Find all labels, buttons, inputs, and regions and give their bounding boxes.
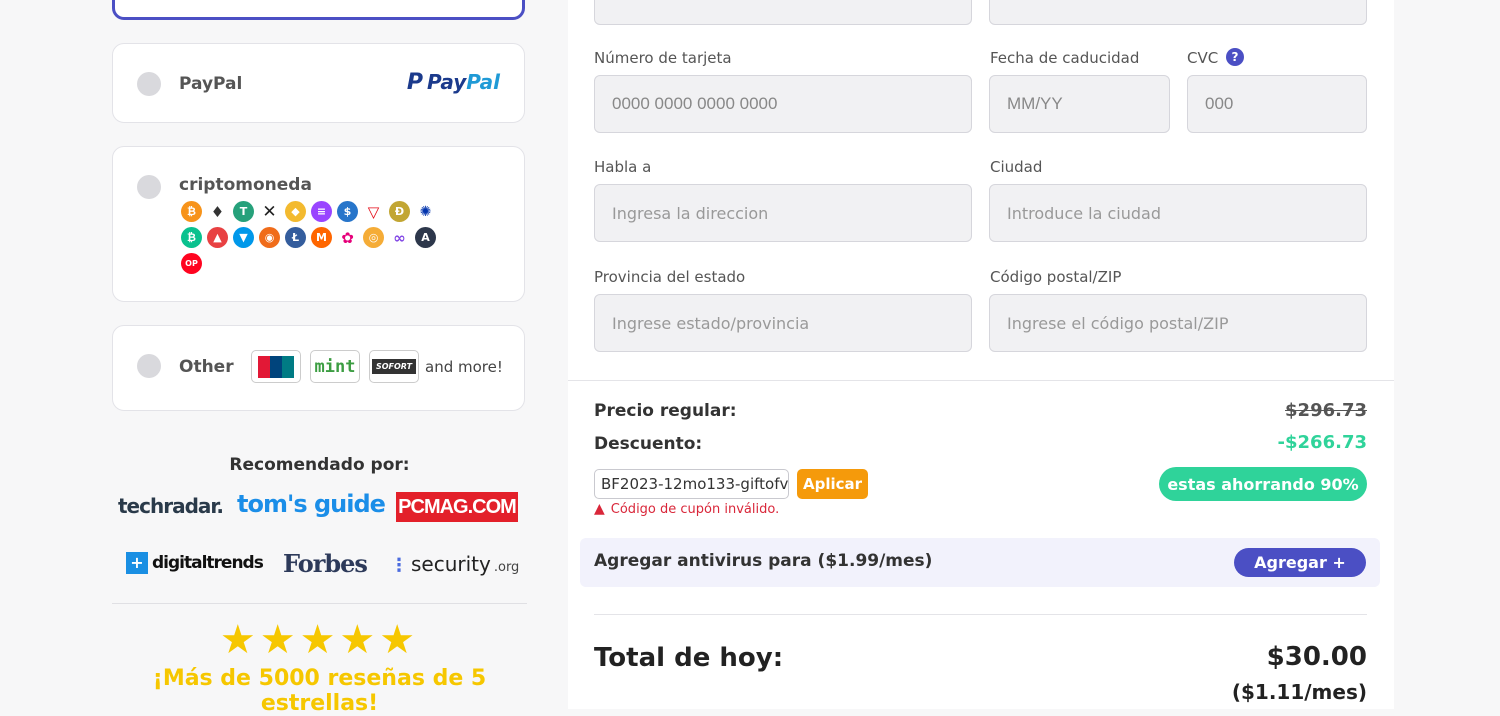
selected-payment-card[interactable] — [112, 0, 525, 20]
first-name-input[interactable] — [594, 0, 972, 25]
crypto-radio[interactable] — [137, 175, 161, 199]
paypal-p-icon: P — [406, 70, 423, 95]
cvc-input[interactable]: 000 — [1187, 75, 1367, 133]
shiba-inu-icon: ◉ — [259, 227, 280, 248]
discount-value: -$266.73 — [1277, 432, 1367, 453]
discount-label: Descuento: — [594, 434, 703, 454]
digitaltrends-icon: + — [126, 552, 148, 574]
coupon-input[interactable]: BF2023-12mo133-giftofv — [594, 469, 789, 499]
address-input[interactable]: Ingresa la direccion — [594, 184, 972, 242]
sofort-logo: SOFORT — [371, 359, 417, 374]
bitcoin-icon: ₿ — [181, 201, 202, 222]
cardano-icon: ✺ — [415, 201, 436, 222]
toms-guide-logo: tom's guide — [237, 490, 386, 518]
regular-price-label: Precio regular: — [594, 401, 737, 421]
savings-badge: estas ahorrando 90% — [1159, 467, 1367, 501]
last-name-input[interactable] — [989, 0, 1367, 25]
usdc-icon: $ — [337, 201, 358, 222]
state-input[interactable]: Ingrese estado/provincia — [594, 294, 972, 352]
solana-icon: ≡ — [311, 201, 332, 222]
paypal-logo: P PayPal — [406, 70, 500, 95]
total-today-label: Total de hoy: — [594, 643, 784, 673]
other-label: Other — [179, 357, 234, 377]
zip-label: Código postal/ZIP — [990, 268, 1122, 286]
summary-divider — [568, 380, 1394, 381]
security-bars-icon: ⋮ — [390, 555, 408, 576]
bitcoin-cash-icon: ₿ — [181, 227, 202, 248]
antivirus-upsell-row: Agregar antivirus para ($1.99/mes) Agreg… — [580, 538, 1380, 587]
toncoin-icon: ▼ — [233, 227, 254, 248]
tether-icon: T — [233, 201, 254, 222]
checkout-form-panel: Número de tarjeta Fecha de caducidad CVC… — [568, 0, 1394, 709]
state-label: Provincia del estado — [594, 268, 746, 286]
recommended-title: Recomendado por: — [229, 455, 410, 475]
crypto-icons-row-2: ₿ ▲ ▼ ◉ Ł M ✿ ◎ ∞ A — [181, 227, 436, 248]
payment-option-paypal[interactable]: PayPal P PayPal — [112, 43, 525, 123]
monero-icon: M — [311, 227, 332, 248]
total-today-value: $30.00 — [1266, 642, 1367, 672]
cvc-help-icon[interactable]: ? — [1226, 48, 1244, 66]
card-number-label: Número de tarjeta — [594, 49, 732, 67]
arbitrum-icon: A — [415, 227, 436, 248]
optimism-icon: OP — [181, 253, 202, 274]
coupon-error-message: ▲ Código de cupón inválido. — [594, 501, 780, 517]
expiry-label: Fecha de caducidad — [990, 49, 1140, 67]
avalanche-icon: ▲ — [207, 227, 228, 248]
mint-badge: mint — [310, 350, 360, 383]
polygon-icon: ∞ — [389, 227, 410, 248]
five-star-rating-icon: ★★★★★ — [219, 617, 420, 663]
total-divider — [594, 614, 1367, 615]
dai-icon: ◎ — [363, 227, 384, 248]
zip-input[interactable]: Ingrese el código postal/ZIP — [989, 294, 1367, 352]
warning-icon: ▲ — [594, 501, 605, 517]
cvc-label: CVC — [1187, 49, 1219, 67]
other-radio[interactable] — [137, 354, 161, 378]
payment-option-other[interactable]: Other mint SOFORT and more! — [112, 325, 525, 411]
and-more-text: and more! — [425, 358, 503, 376]
forbes-logo: Forbes — [283, 549, 368, 578]
dogecoin-icon: Ð — [389, 201, 410, 222]
antivirus-text: Agregar antivirus para ($1.99/mes) — [594, 551, 933, 571]
paypal-radio[interactable] — [137, 72, 161, 96]
techradar-logo: techradar. — [118, 494, 224, 518]
security-org-logo: ⋮ security .org — [390, 552, 520, 576]
left-divider — [112, 603, 527, 604]
bnb-icon: ◆ — [285, 201, 306, 222]
total-monthly-value: ($1.11/mes) — [1231, 680, 1367, 704]
digitaltrends-logo: + digitaltrends — [126, 552, 264, 574]
sofort-badge: SOFORT — [369, 350, 419, 383]
polkadot-icon: ✿ — [337, 227, 358, 248]
apply-coupon-button[interactable]: Aplicar — [797, 469, 868, 499]
crypto-icons-row-1: ₿ ♦ T ✕ ◆ ≡ $ ▽ Ð ✺ — [181, 201, 436, 222]
pcmag-logo: PCMAG.COM — [396, 492, 518, 522]
payment-option-crypto[interactable]: criptomoneda ₿ ♦ T ✕ ◆ ≡ $ ▽ Ð ✺ ₿ ▲ ▼ ◉… — [112, 146, 525, 302]
crypto-icons-row-3: OP — [181, 253, 202, 274]
regular-price-value: $296.73 — [1285, 400, 1367, 421]
xrp-icon: ✕ — [259, 201, 280, 222]
paypal-label: PayPal — [179, 74, 243, 94]
tron-icon: ▽ — [363, 201, 384, 222]
litecoin-icon: Ł — [285, 227, 306, 248]
card-number-input[interactable]: 0000 0000 0000 0000 — [594, 75, 972, 133]
city-label: Ciudad — [990, 158, 1043, 176]
add-antivirus-button[interactable]: Agregar + — [1234, 548, 1366, 577]
ethereum-icon: ♦ — [207, 201, 228, 222]
expiry-input[interactable]: MM/YY — [989, 75, 1170, 133]
city-input[interactable]: Introduce la ciudad — [989, 184, 1367, 242]
unionpay-badge — [251, 350, 301, 383]
unionpay-icon — [258, 355, 294, 378]
crypto-label: criptomoneda — [179, 175, 312, 195]
address-label: Habla a — [594, 158, 652, 176]
